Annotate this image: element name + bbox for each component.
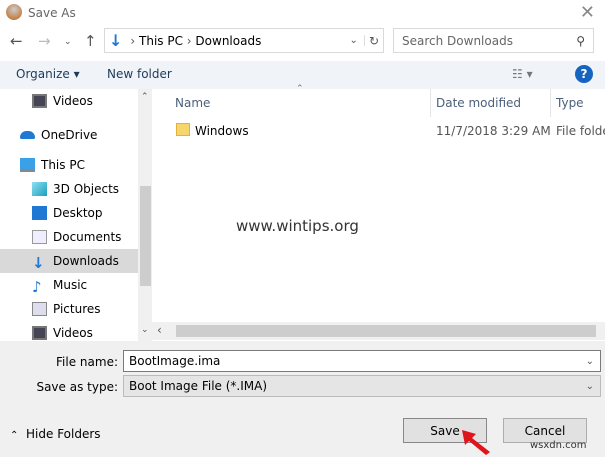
file-name-label: File name:: [56, 355, 118, 369]
file-name: Windows: [195, 124, 249, 138]
column-name[interactable]: Name: [175, 96, 210, 110]
hscroll-thumb[interactable]: [176, 325, 596, 337]
nav-item[interactable]: Pictures: [0, 297, 138, 321]
nav-item-label: Documents: [53, 230, 122, 244]
file-row[interactable]: Windows 11/7/2018 3:29 AM File folde: [170, 120, 605, 142]
close-button[interactable]: ✕: [580, 2, 595, 23]
music-icon: ♪: [32, 278, 42, 296]
file-name-input[interactable]: BootImage.ima ⌄: [123, 350, 601, 372]
view-options-icon[interactable]: ☷ ▾: [512, 67, 533, 81]
scroll-down-icon[interactable]: ⌄: [141, 325, 149, 335]
nav-scroll-thumb[interactable]: [140, 186, 151, 286]
nav-item[interactable]: Documents: [0, 225, 138, 249]
downloads-icon: ↓: [32, 254, 45, 272]
breadcrumb-sep: ›: [182, 33, 196, 48]
nav-item[interactable]: This PC: [0, 153, 138, 177]
save-as-type-select[interactable]: Boot Image File (*.IMA) ⌄: [123, 375, 601, 397]
scroll-up-icon[interactable]: ⌃: [141, 92, 149, 102]
nav-item-label: OneDrive: [41, 128, 98, 142]
hide-folders-button[interactable]: ⌃ Hide Folders: [10, 427, 101, 441]
nav-item[interactable]: 3D Objects: [0, 177, 138, 201]
folder-icon: [176, 123, 190, 136]
downloads-icon: ↓: [109, 31, 123, 50]
nav-item[interactable]: Videos: [0, 89, 138, 113]
breadcrumb-sep: ›: [130, 33, 140, 48]
onedrive-icon: [20, 131, 35, 139]
window-title: Save As: [28, 6, 76, 20]
forward-button[interactable]: →: [38, 32, 51, 50]
pc-icon: [20, 158, 35, 172]
nav-item[interactable]: OneDrive: [0, 123, 138, 147]
nav-item-label: Videos: [53, 94, 93, 108]
back-button[interactable]: ←: [10, 32, 23, 50]
refresh-icon[interactable]: ↻: [365, 34, 383, 48]
column-divider: [430, 89, 431, 117]
watermark: wsxdn.com: [530, 440, 587, 451]
file-date: 11/7/2018 3:29 AM: [436, 124, 551, 138]
chevron-up-icon: ⌃: [10, 430, 19, 441]
new-folder-button[interactable]: New folder: [107, 67, 172, 81]
search-input[interactable]: Search Downloads ⚲: [393, 28, 594, 53]
documents-icon: [32, 230, 47, 244]
chevron-down-icon[interactable]: ⌄: [344, 35, 365, 46]
nav-item[interactable]: ♪ Music: [0, 273, 138, 297]
navigation-pane: Videos OneDrive This PC 3D Objects Desktop Do…: [0, 89, 152, 341]
breadcrumb-downloads[interactable]: Downloads: [195, 34, 261, 48]
videos-icon: [32, 94, 47, 108]
3d-objects-icon: [32, 182, 47, 196]
desktop-icon: [32, 206, 47, 220]
chevron-down-icon[interactable]: ⌄: [586, 356, 594, 367]
breadcrumb-this-pc[interactable]: This PC: [139, 34, 183, 48]
files-hscrollbar[interactable]: ‹: [152, 322, 605, 340]
up-button[interactable]: ↑: [84, 32, 97, 50]
watermark: www.wintips.org: [236, 217, 359, 235]
nav-item-label: Pictures: [53, 302, 101, 316]
nav-item-label: Videos: [53, 326, 93, 340]
chevron-down-icon[interactable]: ⌄: [586, 381, 594, 392]
nav-item[interactable]: Desktop: [0, 201, 138, 225]
file-type: File folde: [556, 124, 605, 138]
videos-icon: [32, 326, 47, 340]
search-icon[interactable]: ⚲: [576, 34, 585, 48]
save-as-type-label: Save as type:: [36, 380, 118, 394]
address-bar[interactable]: ↓ › This PC › Downloads ⌄ ↻: [104, 28, 384, 53]
column-type[interactable]: Type: [556, 96, 584, 110]
column-divider: [550, 89, 551, 117]
nav-item-label: 3D Objects: [53, 182, 120, 196]
nav-item-label: Music: [53, 278, 88, 292]
nav-item[interactable]: ↓ Downloads: [0, 249, 138, 273]
sort-ascending-icon: ⌃: [296, 84, 304, 94]
app-icon: [6, 4, 22, 20]
nav-item-label: Desktop: [53, 206, 103, 220]
nav-item-label: Downloads: [53, 254, 119, 268]
red-arrow-annotation: [462, 430, 490, 455]
organize-button[interactable]: Organize ▾: [16, 67, 80, 81]
recent-dropdown[interactable]: ⌄: [64, 37, 72, 47]
nav-item-label: This PC: [41, 158, 85, 172]
column-date-modified[interactable]: Date modified: [436, 96, 521, 110]
help-icon[interactable]: ?: [575, 65, 593, 83]
pictures-icon: [32, 302, 47, 316]
